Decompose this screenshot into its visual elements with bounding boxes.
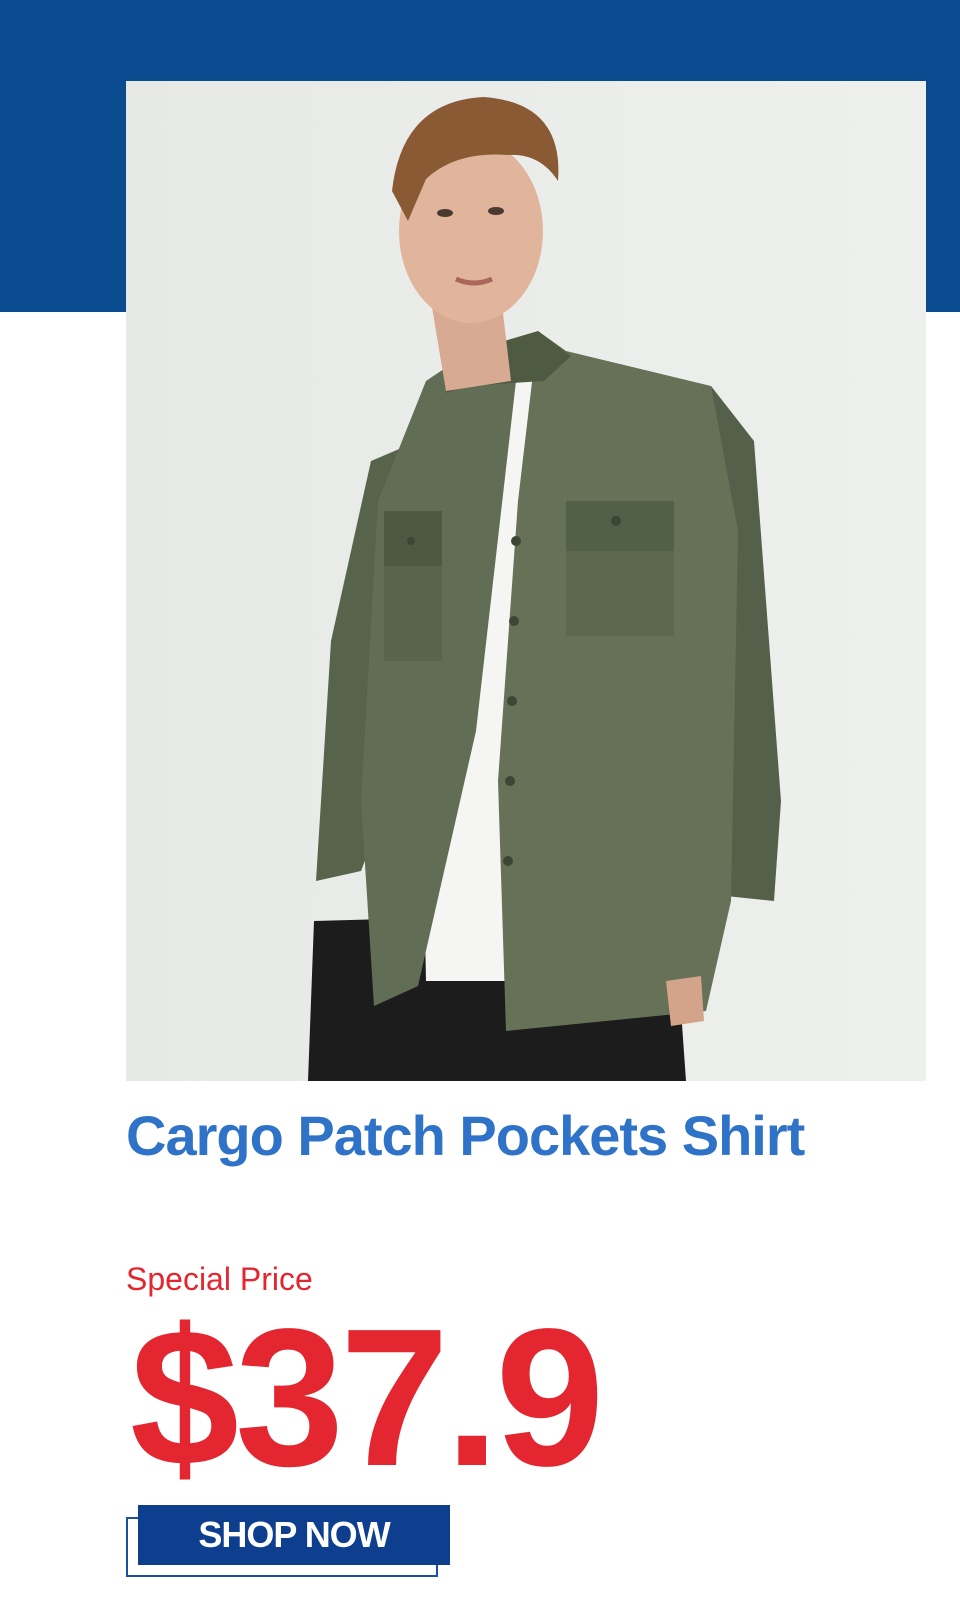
product-title: Cargo Patch Pockets Shirt xyxy=(126,1104,805,1167)
shop-now-cta: SHOP NOW xyxy=(126,1505,452,1581)
product-photo[interactable] xyxy=(126,81,926,1081)
product-price: $37.9 xyxy=(130,1288,604,1507)
model-wearing-olive-shirt-icon xyxy=(126,81,926,1081)
shop-now-button[interactable]: SHOP NOW xyxy=(138,1505,450,1565)
